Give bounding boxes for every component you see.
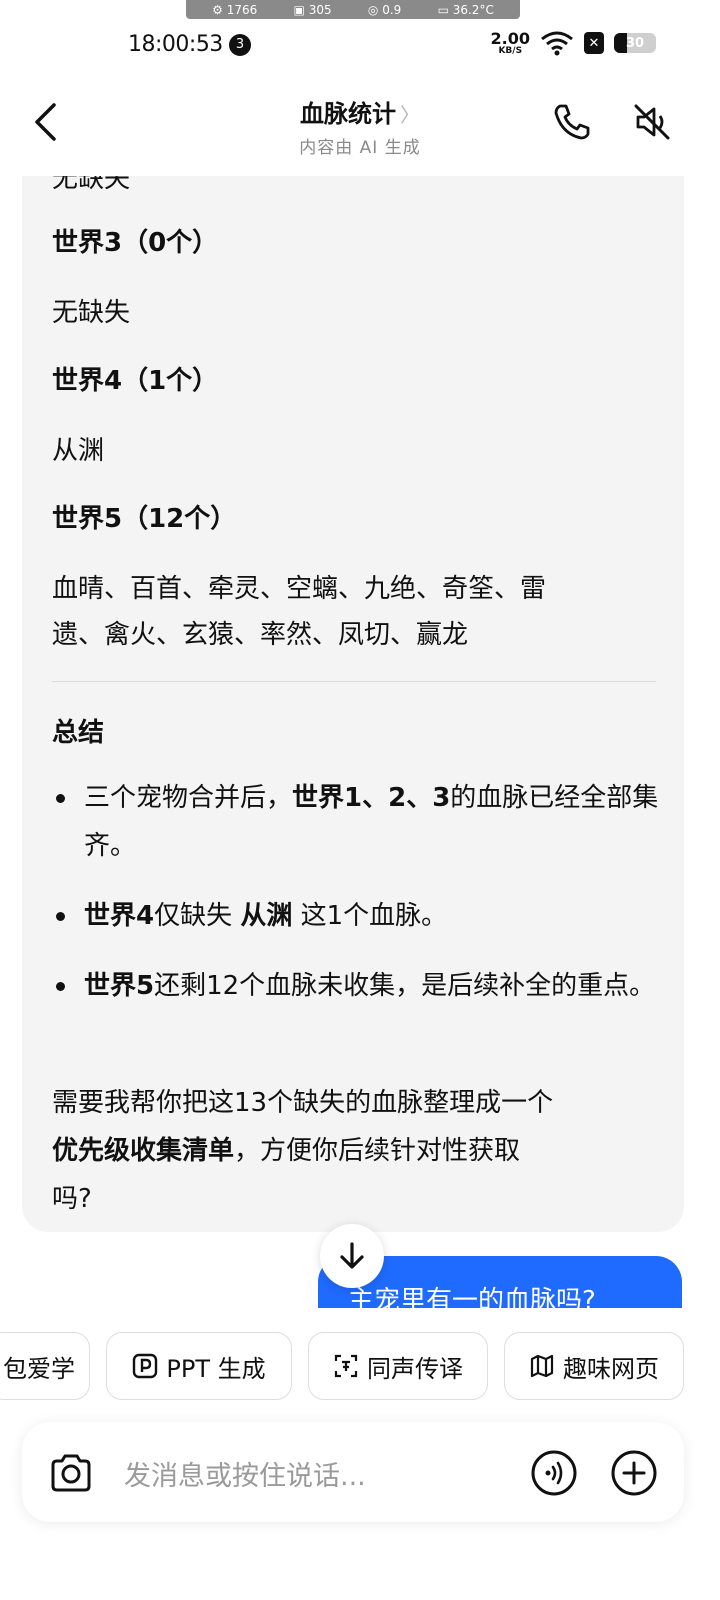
- no-sim-icon: ✕: [584, 32, 604, 54]
- chip-label: 包爱学: [3, 1354, 75, 1383]
- section-heading: 世界5（12个）: [52, 504, 237, 534]
- section-content: 从渊: [52, 436, 105, 466]
- notification-count-badge: 3: [228, 33, 251, 56]
- arrow-down-icon: [340, 1242, 364, 1269]
- gpu-readout: ▣ 305: [293, 2, 332, 17]
- bullet-dot: [56, 912, 65, 921]
- section-content: 无缺失: [52, 298, 131, 328]
- list-text-bold: 从渊: [240, 901, 293, 931]
- network-speed: 2.00 KB/S: [490, 28, 530, 56]
- bullet-dot: [56, 982, 65, 991]
- section-content: 遗、禽火、玄猿、率然、凤切、赢龙: [52, 620, 469, 650]
- list-item-text: 世界5还剩12个血脉未收集，是后续补全的重点。: [84, 962, 662, 1010]
- chip-translate[interactable]: 同声传译: [308, 1332, 488, 1400]
- message-input[interactable]: 发消息或按住说话...: [124, 1454, 366, 1493]
- performance-overlay: ⚙ 1766 ▣ 305 ◎ 0.9 ▭ 36.2°C: [186, 0, 520, 19]
- closing-text-line: 优先级收集清单，方便你后续针对性获取: [52, 1130, 520, 1167]
- chip-webpage[interactable]: 趣味网页: [504, 1332, 684, 1400]
- list-text-bold: 世界4: [84, 901, 155, 931]
- gpu-value: 305: [308, 2, 332, 17]
- camera-button[interactable]: [48, 1450, 94, 1496]
- chevron-right-icon: 〉: [400, 103, 420, 127]
- quick-action-chips: 包爱学 PPT 生成 同声传译 趣味网页: [0, 1332, 720, 1400]
- list-item-text: 世界4仅缺失 从渊 这1个血脉。: [84, 892, 662, 940]
- closing-text-line: 需要我帮你把这13个缺失的血脉整理成一个: [52, 1088, 554, 1118]
- clock-time: 18:00:53: [128, 32, 223, 57]
- cpu-readout: ⚙ 1766: [212, 2, 258, 17]
- closing-text-rest: ，方便你后续针对性获取: [234, 1136, 521, 1166]
- list-text: 三个宠物合并后，: [84, 783, 293, 813]
- bullet-dot: [56, 794, 65, 803]
- status-bar: 18:00:53 3 2.00 KB/S ✕ 30: [0, 28, 720, 64]
- ai-generated-notice: 内容由 AI 生成: [299, 138, 421, 158]
- speaker-muted-icon: [634, 104, 670, 140]
- wifi-icon: [541, 31, 573, 56]
- network-speed-value: 2.00: [490, 28, 530, 48]
- network-speed-unit: KB/S: [498, 45, 523, 56]
- add-attachment-button[interactable]: [610, 1449, 658, 1497]
- section-divider: [52, 681, 656, 682]
- list-text: 这1个血脉。: [292, 901, 448, 931]
- signal-readout: ◎ 0.9: [367, 2, 402, 17]
- ai-message-card: 无缺失 世界3（0个） 无缺失 世界4（1个） 从渊 世界5（12个） 血晴、百…: [22, 176, 684, 1232]
- voice-input-button[interactable]: [530, 1449, 578, 1497]
- temp-value: 36.2°C: [452, 2, 494, 17]
- voice-call-button[interactable]: [550, 100, 594, 144]
- battery-indicator: 30: [614, 33, 656, 53]
- chip-learning[interactable]: 包爱学: [0, 1332, 90, 1400]
- ppt-icon: [133, 1353, 158, 1379]
- scroll-to-bottom-button[interactable]: [320, 1224, 384, 1288]
- title-area[interactable]: 血脉统计〉 内容由 AI 生成: [0, 94, 720, 158]
- list-text-bold: 世界5: [84, 971, 155, 1001]
- voice-wave-icon: [531, 1450, 577, 1496]
- phone-icon: [554, 104, 590, 140]
- chat-header: 血脉统计〉 内容由 AI 生成: [0, 88, 720, 158]
- chip-label: 同声传译: [367, 1354, 463, 1383]
- user-message-text: 主宠里有一的血脉吗?: [348, 1286, 596, 1308]
- battery-level: 30: [625, 35, 645, 51]
- message-text-line: 无缺失: [52, 176, 131, 194]
- signal-value: 0.9: [382, 2, 402, 17]
- closing-text-line: 吗?: [52, 1184, 92, 1214]
- temp-readout: ▭ 36.2°C: [437, 2, 494, 17]
- closing-text-bold: 优先级收集清单: [52, 1136, 235, 1166]
- section-heading: 世界4（1个）: [52, 366, 219, 396]
- section-heading: 世界3（0个）: [52, 228, 219, 258]
- list-item-text: 三个宠物合并后，世界1、2、3的血脉已经全部集齐。: [84, 774, 662, 870]
- chat-title: 血脉统计: [300, 100, 396, 128]
- translate-icon: [334, 1354, 358, 1378]
- map-icon: [530, 1354, 554, 1378]
- mute-toggle-button[interactable]: [630, 100, 674, 144]
- status-icons: 2.00 KB/S ✕ 30: [491, 30, 656, 56]
- list-text: 仅缺失: [154, 901, 241, 931]
- chip-label: PPT 生成: [166, 1354, 266, 1383]
- list-text-bold: 世界1、2、3: [292, 783, 451, 813]
- section-content: 血晴、百首、牵灵、空螭、九绝、奇筌、雷: [52, 574, 547, 604]
- message-input-bar: 发消息或按住说话...: [22, 1422, 684, 1522]
- cpu-value: 1766: [226, 2, 258, 17]
- chip-ppt[interactable]: PPT 生成: [106, 1332, 292, 1400]
- plus-circle-icon: [611, 1450, 657, 1496]
- chip-label: 趣味网页: [563, 1354, 659, 1383]
- list-text: 还剩12个血脉未收集，是后续补全的重点。: [154, 971, 656, 1001]
- summary-heading: 总结: [52, 718, 105, 748]
- clock: 18:00:53 3: [128, 32, 251, 57]
- camera-icon: [51, 1454, 91, 1492]
